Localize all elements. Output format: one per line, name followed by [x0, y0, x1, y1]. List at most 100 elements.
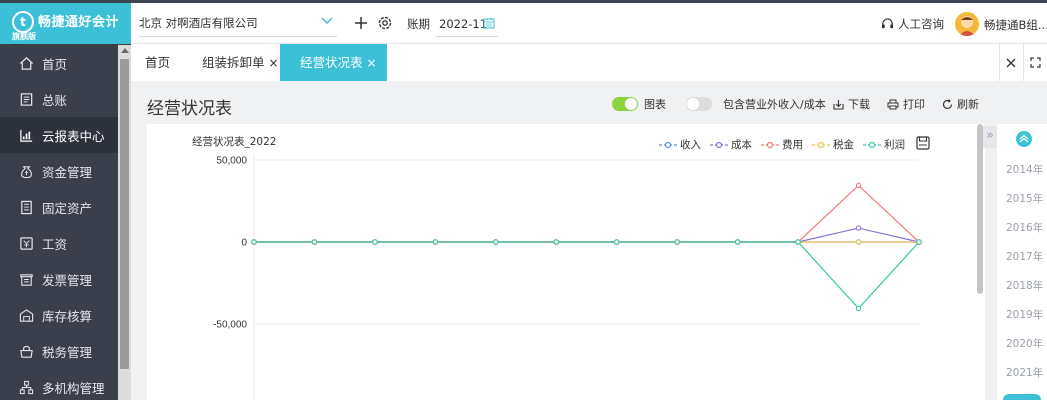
org-icon [18, 379, 34, 395]
legend-label: 税金 [833, 139, 854, 151]
data-point [311, 239, 318, 245]
close-icon[interactable]: × [367, 56, 377, 70]
content-scrollbar-thumb[interactable] [977, 124, 983, 294]
add-icon[interactable] [353, 15, 369, 31]
sidebar-item-8[interactable]: 库存核算 [0, 297, 118, 333]
print-button[interactable]: 打印 [887, 96, 925, 112]
sidebar-item-6[interactable]: 工资 [0, 225, 118, 261]
sidebar-item-9[interactable]: 税务管理 [0, 333, 118, 369]
year-item[interactable]: 2014年 [1006, 162, 1043, 177]
data-point [795, 239, 801, 245]
year-active-marker[interactable] [1003, 394, 1041, 400]
data-point [372, 239, 378, 245]
data-point [734, 239, 741, 245]
chart-toggle-switch[interactable] [612, 97, 638, 111]
sidebar-item-3[interactable]: 云报表中心 [0, 117, 118, 153]
sidebar-scrollbar[interactable] [118, 45, 131, 400]
tab-home[interactable]: 首页 [145, 44, 170, 81]
sidebar-item-label: 多机构管理 [42, 380, 105, 396]
data-point [674, 239, 680, 245]
expand-panel-button[interactable]: » [983, 126, 997, 148]
chart-card: 经营状况表_2022 收入 成本 费用 税金 利润 50,000 0 -50,000 [147, 124, 985, 400]
include-other-toggle[interactable]: 包含营业外收入/成本 [686, 96, 826, 112]
legend-marker-icon [659, 141, 677, 148]
sidebar-scrollbar-thumb[interactable] [120, 59, 129, 369]
sidebar-item-label: 云报表中心 [42, 128, 105, 144]
save-image-icon[interactable] [916, 136, 930, 153]
sidebar-item-4[interactable]: 资金管理 [0, 153, 118, 189]
chevron-up-icon [1019, 134, 1029, 143]
fullscreen-button[interactable] [1023, 44, 1046, 81]
sidebar-item-5[interactable]: 固定资产 [0, 189, 118, 225]
year-item[interactable]: 2021年 [1006, 365, 1043, 380]
data-point [916, 239, 922, 245]
sidebar-item-1[interactable]: 首页 [0, 45, 118, 81]
legend-item[interactable]: 费用 [761, 137, 803, 152]
data-point [613, 239, 620, 245]
year-item[interactable]: 2020年 [1006, 336, 1043, 351]
legend-item[interactable]: 成本 [710, 137, 752, 152]
legend-marker-icon [761, 141, 779, 148]
sidebar-item-7[interactable]: 发票管理 [0, 261, 118, 297]
chart-toggle[interactable]: 图表 [612, 96, 666, 112]
year-item[interactable]: 2019年 [1006, 307, 1043, 322]
sidebar-nav: 首页总账云报表中心资金管理 固定资产 工资发票管理库存核算税务管理多机构管理 [0, 45, 118, 400]
content-scrollbar[interactable] [976, 124, 984, 400]
scroll-up-arrow-icon[interactable] [121, 48, 129, 53]
data-point [855, 239, 862, 245]
legend-item[interactable]: 收入 [659, 137, 701, 152]
tab-business-status[interactable]: 经营状况表 × [280, 44, 387, 81]
close-all-tabs-button[interactable] [999, 44, 1022, 81]
data-point [916, 239, 922, 245]
legend-item[interactable]: 利润 [863, 137, 905, 152]
data-point [795, 239, 801, 245]
year-item[interactable]: 2015年 [1006, 191, 1043, 206]
print-label: 打印 [903, 98, 925, 111]
chart-title: 经营状况表_2022 [192, 136, 277, 148]
company-select[interactable]: 北京 对啊酒店有限公司 [139, 11, 337, 37]
sidebar-item-label: 首页 [42, 56, 68, 72]
close-icon[interactable]: × [269, 56, 279, 70]
data-point [795, 239, 801, 245]
tab-label: 经营状况表 [300, 55, 363, 70]
chevron-down-icon [321, 17, 333, 25]
sidebar-item-label: 库存核算 [42, 308, 93, 324]
main-content: 经营状况表 图表 包含营业外收入/成本 下载 打印 刷新 经营状况表_2022 … [131, 81, 1047, 400]
app-logo[interactable]: t 畅捷通好会计 旗舰版 [0, 3, 131, 44]
year-item[interactable]: 2016年 [1006, 220, 1043, 235]
legend-label: 费用 [782, 139, 803, 151]
include-other-toggle-switch[interactable] [686, 97, 712, 111]
top-header: 北京 对啊酒店有限公司 账期 2022-11 人工咨询 畅捷通B组... [131, 3, 1047, 44]
data-point [734, 239, 741, 245]
user-name[interactable]: 畅捷通B组... [984, 17, 1047, 33]
chart-icon [18, 127, 34, 143]
sidebar-item-label: 发票管理 [42, 272, 93, 288]
y-tick-label: 50,000 [216, 156, 247, 167]
refresh-button[interactable]: 刷新 [942, 96, 979, 112]
data-point [855, 305, 862, 312]
legend-item[interactable]: 税金 [812, 137, 854, 152]
company-name: 北京 对啊酒店有限公司 [139, 16, 258, 30]
close-icon [1006, 58, 1016, 67]
year-scroll-up-button[interactable] [1016, 131, 1032, 147]
data-point [251, 239, 257, 245]
money-bag-icon [18, 163, 34, 179]
calendar-icon[interactable] [483, 17, 495, 29]
avatar[interactable] [955, 12, 979, 36]
brand-logo-icon: t [12, 11, 34, 33]
gear-icon[interactable] [377, 15, 393, 31]
consult-button[interactable]: 人工咨询 [881, 16, 944, 32]
year-item[interactable]: 2018年 [1006, 278, 1043, 293]
sidebar-item-2[interactable]: 总账 [0, 81, 118, 117]
sidebar-item-10[interactable]: 多机构管理 [0, 369, 118, 400]
download-button[interactable]: 下载 [833, 96, 870, 112]
printer-icon [887, 99, 899, 109]
tab-assembly-order[interactable]: 组装拆卸单 × [202, 44, 279, 81]
data-point [311, 239, 318, 245]
year-item[interactable]: 2017年 [1006, 249, 1043, 264]
chart-legend: 收入 成本 费用 税金 利润 [659, 136, 930, 153]
data-point [251, 239, 257, 245]
sidebar-item-label: 税务管理 [42, 344, 93, 360]
data-point [553, 239, 560, 245]
data-point [674, 239, 680, 245]
